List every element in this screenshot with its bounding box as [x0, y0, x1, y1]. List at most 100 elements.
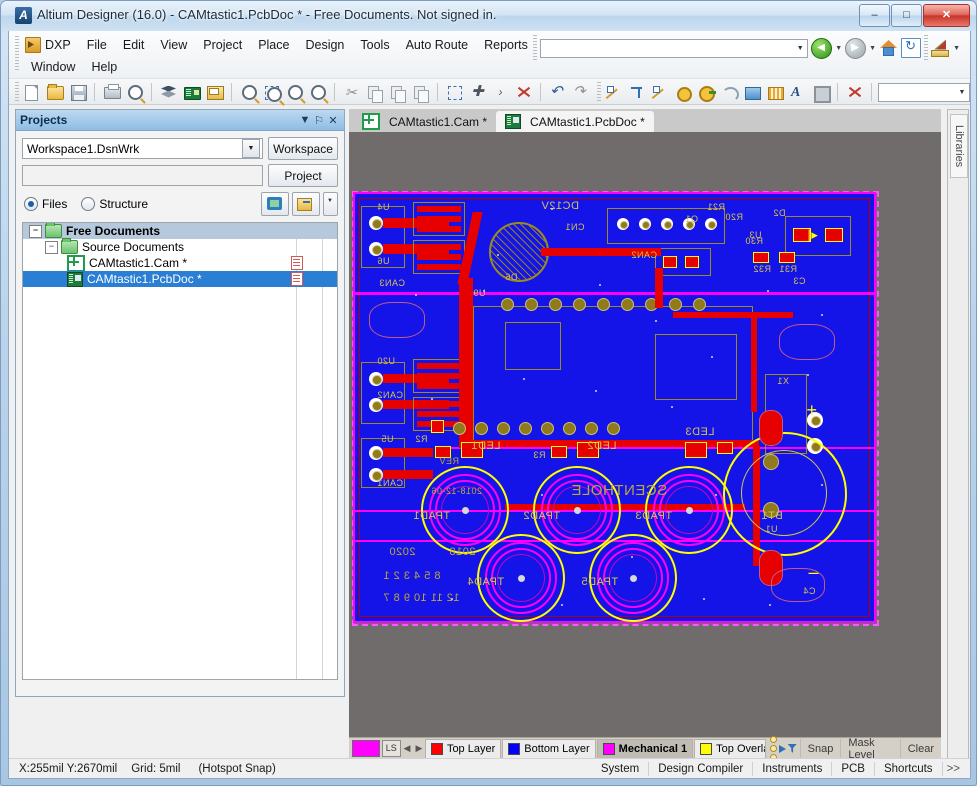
maximize-button[interactable]: □ [891, 4, 922, 27]
measure-grip[interactable] [924, 35, 929, 61]
panel-button-pcb[interactable]: PCB [831, 761, 874, 776]
menu-help[interactable]: Help [83, 58, 125, 76]
window-tile-icon[interactable] [204, 82, 225, 103]
workspace-button[interactable]: Workspace [268, 137, 338, 160]
workspace-select[interactable]: Workspace1.DsnWrk ▼ [22, 138, 263, 159]
layer-tab-top-layer[interactable]: Top Layer [424, 738, 502, 759]
measure-dropdown-icon[interactable]: ▼ [953, 45, 960, 52]
panel-button-shortcuts[interactable]: Shortcuts [873, 761, 942, 776]
pcb-chip-icon[interactable] [261, 192, 289, 216]
copy-icon[interactable] [364, 82, 385, 103]
back-arrow-icon[interactable] [811, 37, 833, 59]
place-fill-icon[interactable] [741, 82, 762, 103]
paste-special-icon[interactable] [410, 82, 431, 103]
panel-button-instruments[interactable]: Instruments [752, 761, 831, 776]
layer-prev-button[interactable]: ◀ [401, 743, 413, 754]
close-button[interactable]: ✕ [923, 4, 970, 27]
menu-design[interactable]: Design [297, 36, 352, 54]
place-track-icon[interactable] [603, 82, 624, 103]
menu-view[interactable]: View [152, 36, 195, 54]
home-icon[interactable] [879, 39, 898, 57]
play-icon[interactable] [778, 744, 786, 753]
dropdown-caret-icon[interactable] [323, 192, 338, 216]
zoom-in-icon[interactable] [284, 82, 305, 103]
project-button[interactable]: Project [268, 164, 338, 187]
workspace-dropdown-icon[interactable]: ▼ [242, 139, 260, 158]
ruler-pencil-icon[interactable] [931, 40, 950, 57]
menu-place[interactable]: Place [250, 36, 297, 54]
interactive-route-icon[interactable] [626, 82, 647, 103]
paste-icon[interactable] [387, 82, 408, 103]
zoom-filter-icon[interactable] [307, 82, 328, 103]
print-preview-icon[interactable] [124, 82, 145, 103]
place-via-icon[interactable] [672, 82, 693, 103]
mask-level-button[interactable]: Mask Level [840, 737, 899, 761]
move-icon[interactable]: ✚ [467, 82, 488, 103]
clear-selection-icon[interactable] [513, 82, 534, 103]
redo-icon[interactable]: ↷ [570, 82, 591, 103]
cut-icon[interactable]: ✂ [341, 82, 362, 103]
active-layer-swatch[interactable] [352, 740, 380, 757]
place-arc-icon[interactable] [718, 82, 739, 103]
filter-combo-caret[interactable]: ▼ [955, 84, 969, 101]
navbar-grip[interactable] [533, 35, 538, 61]
zoom-document-icon[interactable] [238, 82, 259, 103]
pcb-board[interactable]: ◂| + – U4 U6 U20 U5 CAN3 CAN2 CAN1 DC12V… [353, 192, 876, 623]
panel-button-system[interactable]: System [592, 762, 648, 776]
panel-menu-icon[interactable]: ▼ [298, 114, 312, 126]
snap-button[interactable]: Snap [799, 739, 841, 758]
layer-tab-mechanical-1[interactable]: Mechanical 1 [596, 738, 694, 759]
panel-button-more[interactable]: >> [941, 761, 964, 776]
tree-node-free-documents[interactable]: − Free Documents [23, 223, 337, 239]
tree-node-cam-document[interactable]: CAMtastic1.Cam * [23, 254, 337, 272]
menu-tools[interactable]: Tools [352, 36, 397, 54]
address-input[interactable]: ▼ [540, 38, 809, 58]
tab-camtastic-pcbdoc[interactable]: CAMtastic1.PcbDoc * [496, 111, 654, 132]
clear-filter-icon[interactable] [844, 82, 865, 103]
back-dropdown-icon[interactable]: ▼ [835, 45, 842, 52]
print-icon[interactable] [101, 82, 122, 103]
forward-arrow-icon[interactable] [845, 37, 867, 59]
layer-next-button[interactable]: ▶ [413, 743, 425, 754]
place-line-icon[interactable] [649, 82, 670, 103]
save-icon[interactable] [67, 82, 88, 103]
menu-grip[interactable] [15, 36, 19, 72]
clear-button[interactable]: Clear [899, 739, 941, 758]
rail-tab-libraries[interactable]: Libraries [950, 114, 968, 178]
tab-camtastic-cam[interactable]: CAMtastic1.Cam * [353, 111, 497, 132]
filter-icon[interactable] [787, 744, 797, 753]
open-project-icon[interactable] [292, 192, 320, 216]
project-input[interactable] [22, 165, 263, 186]
menu-auto-route[interactable]: Auto Route [398, 36, 477, 54]
place-pad-icon[interactable] [695, 82, 716, 103]
single-layer-mode-button[interactable]: LS [381, 740, 402, 757]
menu-project[interactable]: Project [195, 36, 250, 54]
place-polygon-icon[interactable] [764, 82, 785, 103]
panel-button-design-compiler[interactable]: Design Compiler [648, 761, 752, 776]
open-folder-icon[interactable] [44, 82, 65, 103]
zoom-area-icon[interactable] [261, 82, 282, 103]
board-layers-icon[interactable] [158, 82, 179, 103]
toolbar-grip[interactable] [15, 82, 19, 102]
project-tree[interactable]: − Free Documents − Source Documents CAMt… [22, 222, 338, 680]
place-string-icon[interactable]: A [787, 82, 808, 103]
filter-combo[interactable]: ▼ [878, 82, 970, 102]
radio-files[interactable] [24, 197, 38, 211]
radio-structure[interactable] [81, 197, 96, 211]
undo-icon[interactable]: ↶ [547, 82, 568, 103]
layer-tab-top-overlay[interactable]: Top Overlay [694, 738, 766, 759]
align-icon[interactable]: › [490, 82, 511, 103]
layer-tab-bottom-layer[interactable]: Bottom Layer [502, 738, 596, 759]
panel-close-icon[interactable]: ✕ [326, 114, 340, 127]
select-area-icon[interactable] [444, 82, 465, 103]
minimize-button[interactable]: – [859, 4, 890, 27]
new-document-icon[interactable] [21, 82, 42, 103]
forward-dropdown-icon[interactable]: ▼ [869, 45, 876, 52]
tree-node-source-documents[interactable]: − Source Documents [23, 238, 337, 255]
place-component-icon[interactable] [810, 82, 831, 103]
menu-file[interactable]: File [79, 36, 115, 54]
menu-reports[interactable]: Reports [476, 36, 536, 54]
menu-edit[interactable]: Edit [115, 36, 153, 54]
menu-window[interactable]: Window [23, 58, 83, 76]
pcb-board-icon[interactable] [181, 82, 202, 103]
